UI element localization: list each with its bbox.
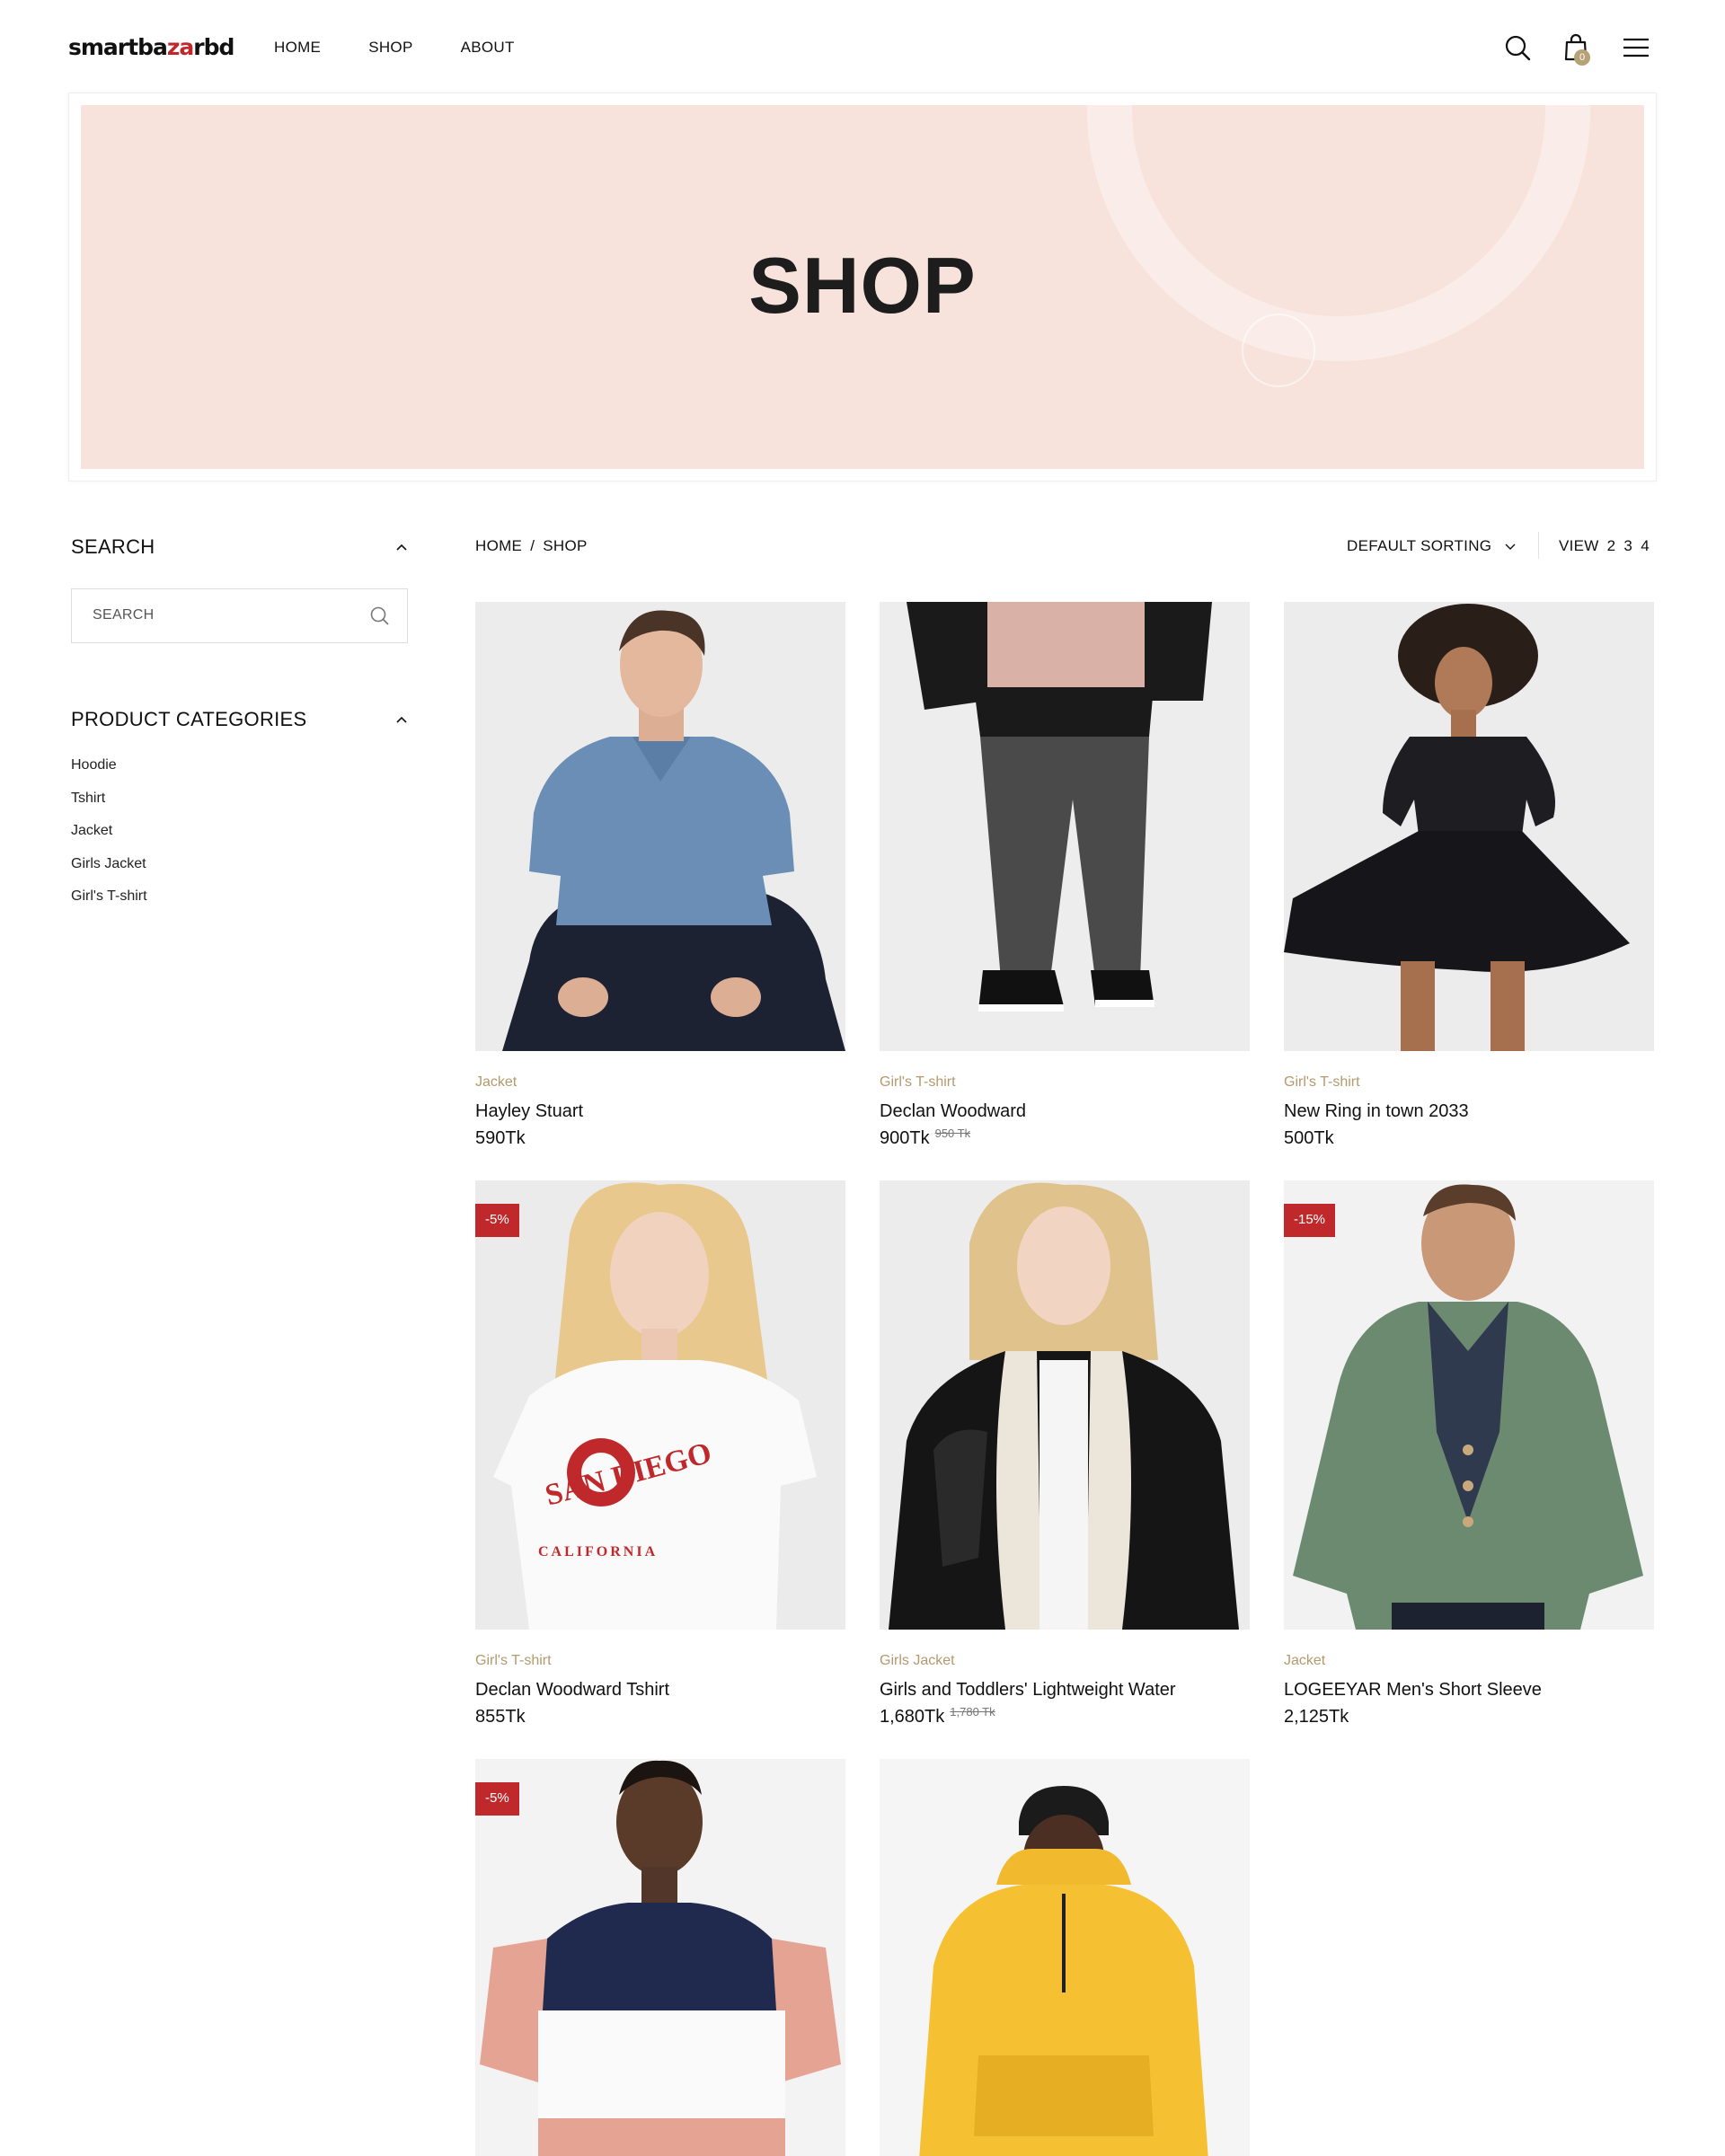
product-category[interactable]: Girl's T-shirt xyxy=(880,1074,1250,1094)
category-item-tshirt[interactable]: Tshirt xyxy=(71,791,147,824)
product-card[interactable]: -15% Jacket LOGEEYAR Men's Short Sleeve … xyxy=(1284,1180,1654,1727)
product-photo-yellow-hoodie xyxy=(880,1759,1250,2156)
product-name[interactable]: LOGEEYAR Men's Short Sleeve xyxy=(1284,1680,1654,1703)
product-photo-dress xyxy=(1284,602,1654,1051)
chevron-up-icon[interactable] xyxy=(395,543,408,552)
product-name[interactable]: Declan Woodward xyxy=(880,1101,1250,1125)
product-card[interactable]: SAN DIEGO CALIFORNIA -5% Girl's T-shirt … xyxy=(475,1180,845,1727)
product-category[interactable]: Girl's T-shirt xyxy=(475,1653,845,1673)
product-name[interactable]: Hayley Stuart xyxy=(475,1101,845,1125)
discount-badge: -15% xyxy=(1284,1204,1336,1237)
nav-shop[interactable]: SHOP xyxy=(368,39,412,57)
product-card[interactable]: Girl's T-shirt Declan Woodward 900Tk 950 … xyxy=(880,602,1250,1149)
logo-accent-text: za xyxy=(166,34,194,60)
product-image[interactable]: SAN DIEGO CALIFORNIA -5% xyxy=(475,1180,845,1630)
product-image[interactable] xyxy=(475,602,845,1051)
product-price: 590Tk xyxy=(475,1128,845,1149)
tee-print-subtext: CALIFORNIA xyxy=(538,1544,658,1560)
view-option-2[interactable]: 2 xyxy=(1607,537,1616,554)
product-image[interactable]: -15% xyxy=(1284,1180,1654,1630)
site-logo[interactable]: smartbazarbd xyxy=(68,34,234,60)
product-photo-jeans xyxy=(880,602,1250,1051)
nav-about[interactable]: ABOUT xyxy=(461,39,515,57)
product-image[interactable] xyxy=(880,602,1250,1051)
category-item-girls-jacket[interactable]: Girls Jacket xyxy=(71,856,147,889)
product-price: 1,680Tk 1,780 Tk xyxy=(880,1705,1250,1727)
logo-text-end: rbd xyxy=(193,34,234,60)
sort-select[interactable]: DEFAULT SORTING xyxy=(1347,537,1491,555)
current-price: 2,125Tk xyxy=(1284,1707,1349,1727)
chevron-up-icon[interactable] xyxy=(395,715,408,724)
old-price: 1,780 Tk xyxy=(950,1705,995,1719)
product-photo-colorblock-tee xyxy=(475,1759,845,2156)
product-image[interactable] xyxy=(880,1180,1250,1630)
view-switcher: VIEW 2 3 4 xyxy=(1559,537,1650,555)
view-option-4[interactable]: 4 xyxy=(1641,537,1650,554)
discount-badge: -5% xyxy=(475,1782,519,1816)
toolbar-divider xyxy=(1538,532,1539,559)
product-name[interactable]: Girls and Toddlers' Lightweight Water xyxy=(880,1680,1250,1703)
breadcrumb-separator: / xyxy=(530,537,535,554)
menu-icon[interactable] xyxy=(1621,32,1651,63)
nav-home[interactable]: HOME xyxy=(274,39,321,57)
main-nav: HOME SHOP ABOUT xyxy=(274,39,515,57)
current-price: 900Tk xyxy=(880,1128,930,1148)
old-price: 950 Tk xyxy=(934,1127,971,1140)
current-price: 1,680Tk xyxy=(880,1707,945,1727)
product-photo-polo xyxy=(475,602,845,1051)
product-card[interactable]: Girl's T-shirt New Ring in town 2033 500… xyxy=(1284,602,1654,1149)
product-price: 500Tk xyxy=(1284,1128,1654,1149)
product-category[interactable]: Jacket xyxy=(475,1074,845,1094)
breadcrumb: HOME / SHOP xyxy=(475,537,588,555)
product-category[interactable]: Girl's T-shirt xyxy=(1284,1074,1654,1094)
current-price: 500Tk xyxy=(1284,1128,1334,1148)
current-price: 855Tk xyxy=(475,1707,526,1727)
product-image[interactable] xyxy=(1284,602,1654,1051)
view-label: VIEW xyxy=(1559,537,1599,554)
search-input[interactable] xyxy=(72,589,359,641)
product-card[interactable]: Girls Jacket Girls and Toddlers' Lightwe… xyxy=(880,1180,1250,1727)
product-photo-tee-print: SAN DIEGO CALIFORNIA xyxy=(475,1180,845,1630)
product-name[interactable]: New Ring in town 2033 xyxy=(1284,1101,1654,1125)
product-category[interactable]: Girls Jacket xyxy=(880,1653,1250,1673)
search-icon[interactable] xyxy=(369,605,391,627)
category-item-hoodie[interactable]: Hoodie xyxy=(71,757,147,791)
product-image[interactable]: -5% xyxy=(475,1759,845,2156)
page-title: SHOP xyxy=(748,241,977,330)
product-card[interactable] xyxy=(880,1759,1250,2156)
product-card[interactable]: Jacket Hayley Stuart 590Tk xyxy=(475,602,845,1149)
category-item-girls-tshirt[interactable]: Girl's T-shirt xyxy=(71,888,147,922)
breadcrumb-home[interactable]: HOME xyxy=(475,537,522,554)
product-card[interactable]: -5% xyxy=(475,1759,845,2156)
site-header: smartbazarbd HOME SHOP ABOUT 0 xyxy=(0,0,1725,97)
product-price: 855Tk xyxy=(475,1707,845,1727)
chevron-down-icon[interactable] xyxy=(1504,541,1517,552)
hero-banner: SHOP xyxy=(81,105,1644,469)
sidebar-search xyxy=(71,588,408,643)
product-price: 2,125Tk xyxy=(1284,1707,1654,1727)
category-item-jacket[interactable]: Jacket xyxy=(71,823,147,856)
breadcrumb-current: SHOP xyxy=(543,537,588,554)
search-icon[interactable] xyxy=(1502,32,1533,63)
cart-count-badge: 0 xyxy=(1574,49,1590,66)
discount-badge: -5% xyxy=(475,1204,519,1237)
product-photo-leather-jacket xyxy=(880,1180,1250,1630)
view-option-3[interactable]: 3 xyxy=(1623,537,1632,554)
product-category[interactable]: Jacket xyxy=(1284,1653,1654,1673)
product-image[interactable] xyxy=(880,1759,1250,2156)
product-photo-cardigan xyxy=(1284,1180,1654,1630)
logo-text: smartba xyxy=(68,34,168,60)
product-name[interactable]: Declan Woodward Tshirt xyxy=(475,1680,845,1703)
current-price: 590Tk xyxy=(475,1128,526,1148)
product-price: 900Tk 950 Tk xyxy=(880,1127,1250,1149)
categories-widget-title: PRODUCT CATEGORIES xyxy=(71,708,307,730)
search-widget-title: SEARCH xyxy=(71,535,155,558)
category-list: Hoodie Tshirt Jacket Girls Jacket Girl's… xyxy=(71,757,147,922)
